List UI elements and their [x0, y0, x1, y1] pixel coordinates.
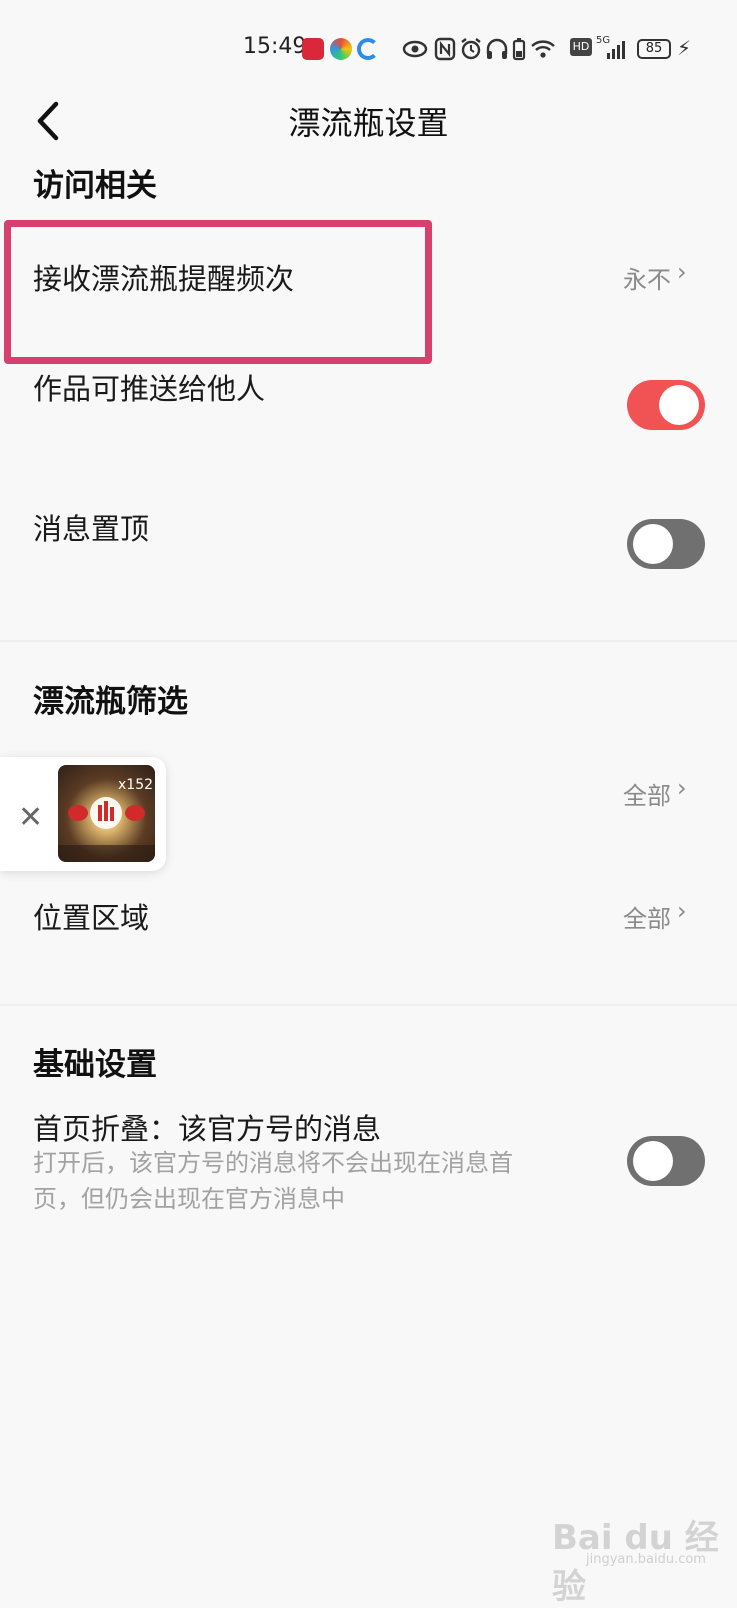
alarm-icon: [458, 36, 484, 62]
section-divider: [0, 1004, 737, 1006]
push-works-label: 作品可推送给他人: [33, 372, 266, 406]
app-icon-red: [302, 38, 324, 60]
app-icon-blue: [357, 38, 379, 60]
chevron-right-icon: ›: [677, 897, 687, 925]
chevron-right-icon: ›: [677, 774, 687, 802]
fold-desc-line2: 页，但仍会出现在官方消息中: [33, 1185, 345, 1213]
pin-messages-toggle[interactable]: [627, 519, 705, 569]
section-title-basic: 基础设置: [33, 1047, 157, 1083]
watermark-url: jingyan.baidu.com: [586, 1552, 706, 1567]
toggle-knob: [633, 524, 673, 564]
fold-desc-line1: 打开后，该官方号的消息将不会出现在消息首: [33, 1149, 513, 1177]
location-value: 全部: [623, 905, 671, 933]
fold-toggle[interactable]: [627, 1136, 705, 1186]
highlight-box: [4, 220, 432, 364]
toggle-knob: [659, 385, 699, 425]
chevron-right-icon: ›: [677, 258, 687, 286]
fold-label: 首页折叠：该官方号的消息: [33, 1112, 382, 1146]
section-title-access: 访问相关: [33, 168, 157, 204]
close-icon[interactable]: ✕: [18, 800, 43, 835]
receive-reminder-value: 永不: [623, 266, 671, 294]
app-icon-colorful: [330, 38, 352, 60]
charging-bolt-icon: ⚡: [677, 36, 692, 60]
wifi-icon: [530, 36, 556, 62]
push-works-toggle[interactable]: [627, 380, 705, 430]
location-label: 位置区域: [33, 901, 150, 935]
eye-icon: [402, 36, 428, 62]
battery-small-icon: [506, 36, 532, 62]
toggle-knob: [633, 1141, 673, 1181]
hd-badge: HD: [570, 38, 592, 56]
thumbnail-count: x152: [118, 777, 154, 793]
gender-value: 全部: [623, 782, 671, 810]
page-title: 漂流瓶设置: [288, 104, 449, 142]
nfc-icon: [432, 36, 458, 62]
section-divider: [0, 640, 737, 642]
pin-messages-label: 消息置顶: [33, 512, 150, 546]
signal-icon: [604, 36, 630, 62]
status-time: 15:49: [243, 34, 307, 59]
battery-level: 85: [637, 39, 671, 59]
section-title-filter: 漂流瓶筛选: [33, 684, 188, 720]
